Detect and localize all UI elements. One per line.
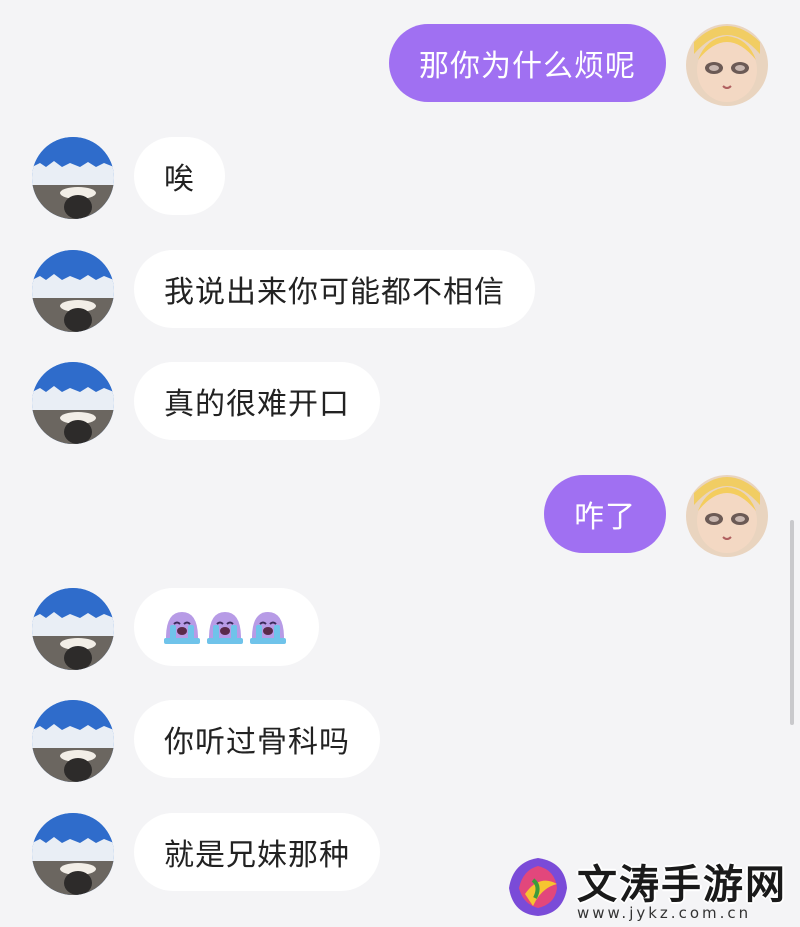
message-text: 你听过骨科吗 bbox=[164, 725, 350, 760]
message-text: 就是兄妹那种 bbox=[164, 838, 350, 873]
doll-avatar-icon bbox=[686, 24, 768, 106]
doll-avatar-icon bbox=[686, 475, 768, 557]
contact-avatar[interactable] bbox=[32, 700, 114, 782]
message-bubble-incoming[interactable]: 我说出来你可能都不相信 bbox=[134, 250, 535, 328]
contact-avatar[interactable] bbox=[32, 137, 114, 219]
message-bubble-incoming[interactable]: 你听过骨科吗 bbox=[134, 700, 380, 778]
message-row-out: 那你为什么烦呢 bbox=[0, 24, 800, 106]
hollywood-photo-avatar-icon bbox=[32, 700, 114, 782]
self-avatar[interactable] bbox=[686, 475, 768, 557]
message-bubble-incoming[interactable]: 唉 bbox=[134, 137, 225, 215]
contact-avatar[interactable] bbox=[32, 362, 114, 444]
hollywood-photo-avatar-icon bbox=[32, 250, 114, 332]
self-avatar[interactable] bbox=[686, 24, 768, 106]
message-bubble-outgoing[interactable]: 那你为什么烦呢 bbox=[389, 24, 666, 102]
message-text: 唉 bbox=[164, 162, 195, 197]
message-text: 真的很难开口 bbox=[164, 387, 350, 422]
message-row-in: 我说出来你可能都不相信 bbox=[0, 250, 800, 332]
scrollbar[interactable] bbox=[790, 520, 794, 725]
hollywood-photo-avatar-icon bbox=[32, 137, 114, 219]
contact-avatar[interactable] bbox=[32, 250, 114, 332]
message-bubble-incoming[interactable]: 真的很难开口 bbox=[134, 362, 380, 440]
message-bubble-incoming[interactable]: 就是兄妹那种 bbox=[134, 813, 380, 891]
message-row-out: 咋了 bbox=[0, 475, 800, 557]
message-row-in bbox=[0, 588, 800, 670]
watermark-logo-icon bbox=[509, 858, 567, 916]
watermark-title: 文涛手游网 bbox=[577, 862, 787, 908]
message-bubble-incoming[interactable] bbox=[134, 588, 319, 666]
watermark-url: www.jykz.com.cn bbox=[577, 904, 752, 922]
loudly-crying-face-icon bbox=[205, 608, 245, 646]
hollywood-photo-avatar-icon bbox=[32, 362, 114, 444]
site-watermark: 文涛手游网 www.jykz.com.cn bbox=[505, 850, 800, 927]
message-row-in: 真的很难开口 bbox=[0, 362, 800, 444]
hollywood-photo-avatar-icon bbox=[32, 813, 114, 895]
message-text: 我说出来你可能都不相信 bbox=[164, 275, 505, 310]
message-text: 咋了 bbox=[574, 500, 636, 535]
contact-avatar[interactable] bbox=[32, 588, 114, 670]
loudly-crying-face-icon bbox=[248, 608, 288, 646]
hollywood-photo-avatar-icon bbox=[32, 588, 114, 670]
loudly-crying-face-icon bbox=[162, 608, 202, 646]
message-bubble-outgoing[interactable]: 咋了 bbox=[544, 475, 666, 553]
message-row-in: 你听过骨科吗 bbox=[0, 700, 800, 782]
message-row-in: 唉 bbox=[0, 137, 800, 219]
message-text: 那你为什么烦呢 bbox=[419, 49, 636, 84]
contact-avatar[interactable] bbox=[32, 813, 114, 895]
